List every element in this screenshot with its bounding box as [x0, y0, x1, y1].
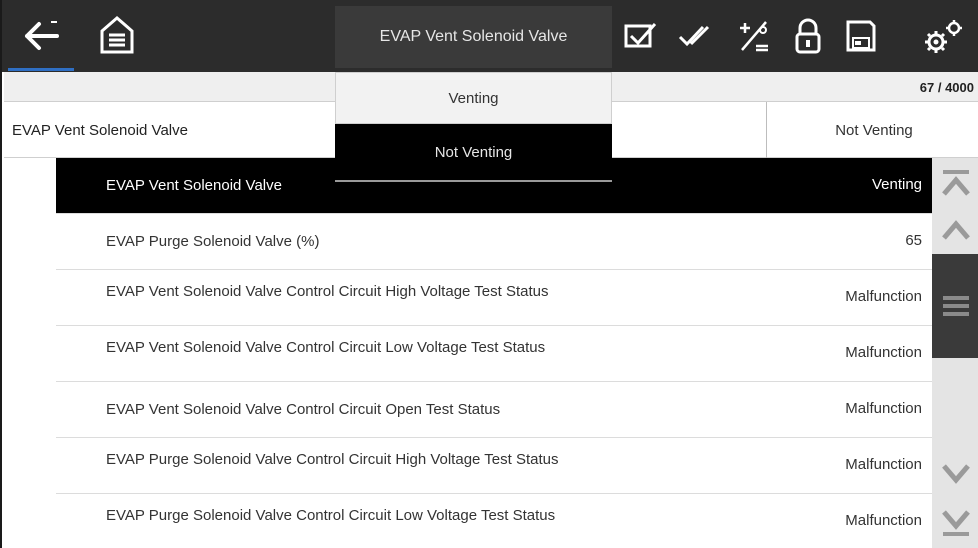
- pid-label: EVAP Purge Solenoid Valve Control Circui…: [106, 507, 556, 524]
- dropdown-option-venting[interactable]: Venting: [335, 72, 612, 124]
- pid-label: EVAP Vent Solenoid Valve Control Circuit…: [106, 283, 549, 300]
- menu-grip-icon: [943, 296, 969, 316]
- pid-value: Malfunction: [845, 344, 922, 361]
- double-chevron-up-icon[interactable]: [932, 162, 978, 208]
- pid-list: EVAP Vent Solenoid Valve Venting EVAP Pu…: [56, 158, 932, 548]
- list-scrollbar[interactable]: [932, 158, 978, 548]
- home-icon[interactable]: [92, 10, 142, 60]
- list-item[interactable]: EVAP Vent Solenoid Valve Control Circuit…: [56, 382, 932, 438]
- chevron-up-icon[interactable]: [932, 210, 978, 250]
- back-button-underline: [8, 68, 74, 71]
- pid-title-tab[interactable]: EVAP Vent Solenoid Valve: [335, 6, 612, 68]
- pid-label: EVAP Vent Solenoid Valve: [106, 177, 282, 194]
- selected-pid-value-field[interactable]: Not Venting: [766, 102, 978, 158]
- check-select-icon[interactable]: [618, 14, 662, 58]
- list-item[interactable]: EVAP Vent Solenoid Valve Control Circuit…: [56, 326, 932, 382]
- pid-value: 65: [905, 232, 922, 249]
- pid-label: EVAP Vent Solenoid Valve Control Circuit…: [106, 401, 501, 418]
- pid-value: Venting: [871, 176, 922, 193]
- list-item[interactable]: EVAP Purge Solenoid Valve Control Circui…: [56, 494, 932, 548]
- pid-label: EVAP Purge Solenoid Valve (%): [106, 233, 320, 250]
- app-window: EVAP Vent Solenoid Valve 67 / 4000 EVAP …: [0, 0, 978, 548]
- toolbar: EVAP Vent Solenoid Valve: [2, 0, 978, 72]
- selected-pid-value: Not Venting: [835, 121, 913, 139]
- pid-label: EVAP Vent Solenoid Valve Control Circuit…: [106, 339, 546, 356]
- dropdown-option-label: Not Venting: [434, 143, 513, 161]
- back-arrow-icon[interactable]: [8, 8, 74, 64]
- settings-gear-icon[interactable]: [914, 10, 974, 62]
- value-dropdown: Venting Not Venting: [335, 72, 612, 182]
- double-check-icon[interactable]: [672, 14, 722, 58]
- double-chevron-down-icon[interactable]: [932, 498, 978, 544]
- pid-value: Malfunction: [845, 288, 922, 305]
- pid-title: EVAP Vent Solenoid Valve: [379, 28, 568, 45]
- list-item[interactable]: EVAP Purge Solenoid Valve (%) 65: [56, 214, 932, 270]
- selected-pid-name: EVAP Vent Solenoid Valve: [12, 122, 188, 139]
- pid-value: Malfunction: [845, 512, 922, 529]
- list-item[interactable]: EVAP Vent Solenoid Valve Control Circuit…: [56, 270, 932, 326]
- pid-value: Malfunction: [845, 400, 922, 417]
- list-item[interactable]: EVAP Purge Solenoid Valve Control Circui…: [56, 438, 932, 494]
- scrollbar-thumb[interactable]: [932, 254, 978, 358]
- percent-graph-icon[interactable]: [730, 12, 778, 60]
- lock-icon[interactable]: [786, 12, 830, 60]
- dropdown-option-not-venting[interactable]: Not Venting: [335, 124, 612, 180]
- pid-value: Malfunction: [845, 456, 922, 473]
- chevron-down-icon[interactable]: [932, 454, 978, 494]
- pid-label: EVAP Purge Solenoid Valve Control Circui…: [106, 451, 559, 468]
- dropdown-option-label: Venting: [448, 89, 499, 107]
- dropdown-divider: [335, 180, 612, 182]
- pid-counter: 67 / 4000: [919, 80, 974, 95]
- save-icon[interactable]: [838, 12, 884, 60]
